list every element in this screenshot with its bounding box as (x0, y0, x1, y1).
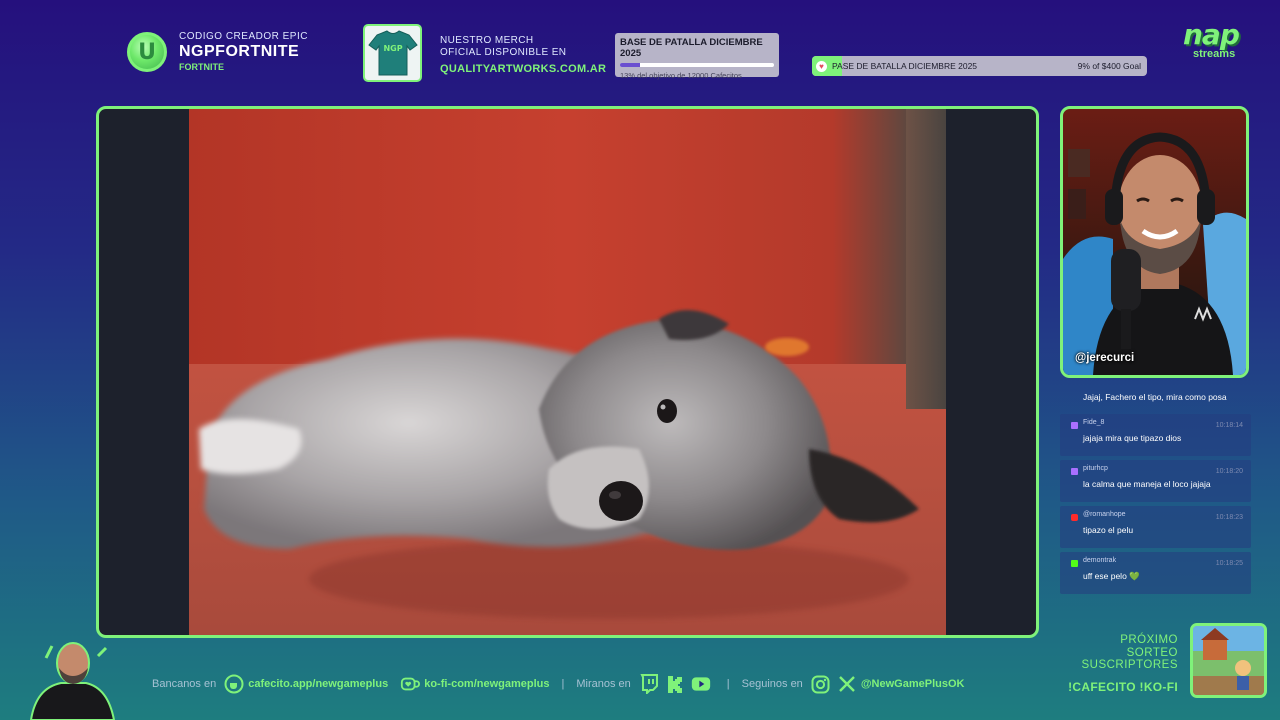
sorteo-block: PRÓXIMO SORTEO SUSCRIPTORES !CAFECITO !K… (1056, 634, 1178, 694)
game-art (1193, 626, 1264, 695)
dog-illustration (199, 310, 919, 619)
streamer-figure (1063, 132, 1246, 375)
sorteo-game-thumbnail (1190, 623, 1267, 698)
shirt-logo: NGP (383, 44, 402, 53)
creator-code-game: FORTNITE (179, 62, 224, 72)
sorteo-line-1: PRÓXIMO (1120, 634, 1178, 646)
chat-message: @romanhope 10:18:23 tipazo el pelu (1060, 506, 1251, 548)
kick-icon[interactable] (665, 674, 685, 694)
kofi-goal-widget: ♥ PASE DE BATALLA DICIEMBRE 2025 9% of $… (812, 56, 1147, 76)
sorteo-line-3: SUSCRIPTORES (1081, 659, 1178, 671)
chat-message: demontrak 10:18:25 uff ese pelo 💚 (1060, 552, 1251, 594)
cafecito-goal-subtitle: 13% del objetivo de 12000 Cafecitos (620, 71, 742, 80)
social-handle[interactable]: @NewGamePlusOK (861, 678, 965, 690)
cafecito-goal-track (620, 63, 774, 67)
cafecito-link[interactable]: cafecito.app/newgameplus (248, 678, 388, 690)
sorteo-commands: !CAFECITO !KO-FI (1068, 679, 1178, 694)
x-twitter-icon[interactable] (837, 674, 857, 694)
youtube-icon (1071, 514, 1078, 521)
chat-timestamp: 10:18:23 (1215, 514, 1243, 521)
chat-timestamp: 10:18:25 (1215, 560, 1243, 567)
kofi-cup-icon (400, 674, 421, 694)
chat-message: Jajaj, Fachero el tipo, mira como posa (1060, 386, 1251, 410)
cafecito-goal-widget: BASE DE PATALLA DICIEMBRE 2025 13% del o… (615, 33, 779, 80)
bancanos-label: Bancanos en (152, 678, 217, 690)
chat-message: piturhcp 10:18:20 la calma que maneja el… (1060, 460, 1251, 502)
brand-logo-text: nap (1183, 18, 1240, 51)
brand-logo: nap streams (1183, 20, 1257, 76)
coin-glyph: U (138, 39, 156, 65)
creator-code-block: CODIGO CREADOR EPIC NGPFORTNITE FORTNITE (179, 31, 308, 72)
cafecito-goal-title: BASE DE PATALLA DICIEMBRE 2025 (620, 37, 763, 59)
cafecito-icon (224, 674, 244, 694)
chat-message-text: uff ese pelo 💚 (1083, 571, 1140, 581)
kofi-goal-amount: 9% of $400 Goal (1077, 61, 1141, 71)
chat-timestamp: 10:18:20 (1215, 468, 1243, 475)
cafecito-goal-fill (620, 63, 641, 67)
chat-message-text: Jajaj, Fachero el tipo, mira como posa (1083, 392, 1227, 402)
twitch-icon (1071, 468, 1078, 475)
merch-block: NUESTRO MERCH OFICIAL DISPONIBLE EN QUAL… (440, 35, 606, 75)
kofi-goal-title: PASE DE BATALLA DICIEMBRE 2025 (832, 60, 978, 71)
youtube-icon[interactable] (691, 674, 711, 694)
twitch-icon (1071, 422, 1078, 429)
merch-shirt-thumbnail: NGP (363, 24, 422, 82)
merch-line-1: NUESTRO MERCH (440, 35, 534, 46)
bottom-bar: Bancanos en cafecito.app/newgameplus ko-… (152, 673, 964, 695)
webcam-handle: @jerecurci (1075, 352, 1135, 364)
creator-code-value: NGPFORTNITE (179, 43, 300, 60)
mascot-figure (29, 642, 116, 720)
separator: | (726, 678, 730, 690)
kick-icon (1071, 560, 1078, 567)
merch-line-2: OFICIAL DISPONIBLE EN (440, 47, 567, 58)
miranos-label: Miranos en (576, 678, 631, 690)
epic-coin-icon: U (127, 32, 167, 72)
instagram-icon[interactable] (811, 674, 831, 694)
mascot-illustration (26, 638, 116, 720)
seguinos-label: Seguinos en (741, 678, 803, 690)
heart-icon: ♥ (816, 60, 827, 72)
chat-message: Fide_8 10:18:14 jajaja mira que tipazo d… (1060, 414, 1251, 456)
chat-panel: Jajaj, Fachero el tipo, mira como posa F… (1060, 386, 1251, 598)
chat-timestamp: 10:18:14 (1215, 422, 1243, 429)
chat-message-text: tipazo el pelu (1083, 525, 1134, 535)
twitch-icon[interactable] (639, 674, 659, 694)
main-video-frame (96, 106, 1039, 638)
separator: | (561, 678, 565, 690)
kofi-link[interactable]: ko-fi-com/newgameplus (424, 678, 549, 690)
creator-code-label: CODIGO CREADOR EPIC (179, 31, 308, 42)
dog-photo (189, 109, 946, 635)
merch-url-link[interactable]: QUALITYARTWORKS.COM.AR (440, 63, 606, 75)
brand-logo-sub: streams (1193, 48, 1236, 60)
sorteo-line-2: SORTEO (1126, 646, 1178, 659)
chat-message-text: jajaja mira que tipazo dios (1083, 433, 1182, 443)
chat-message-text: la calma que maneja el loco jajaja (1083, 479, 1211, 489)
tshirt-icon: NGP (367, 30, 418, 76)
webcam-frame: @jerecurci (1060, 106, 1249, 378)
